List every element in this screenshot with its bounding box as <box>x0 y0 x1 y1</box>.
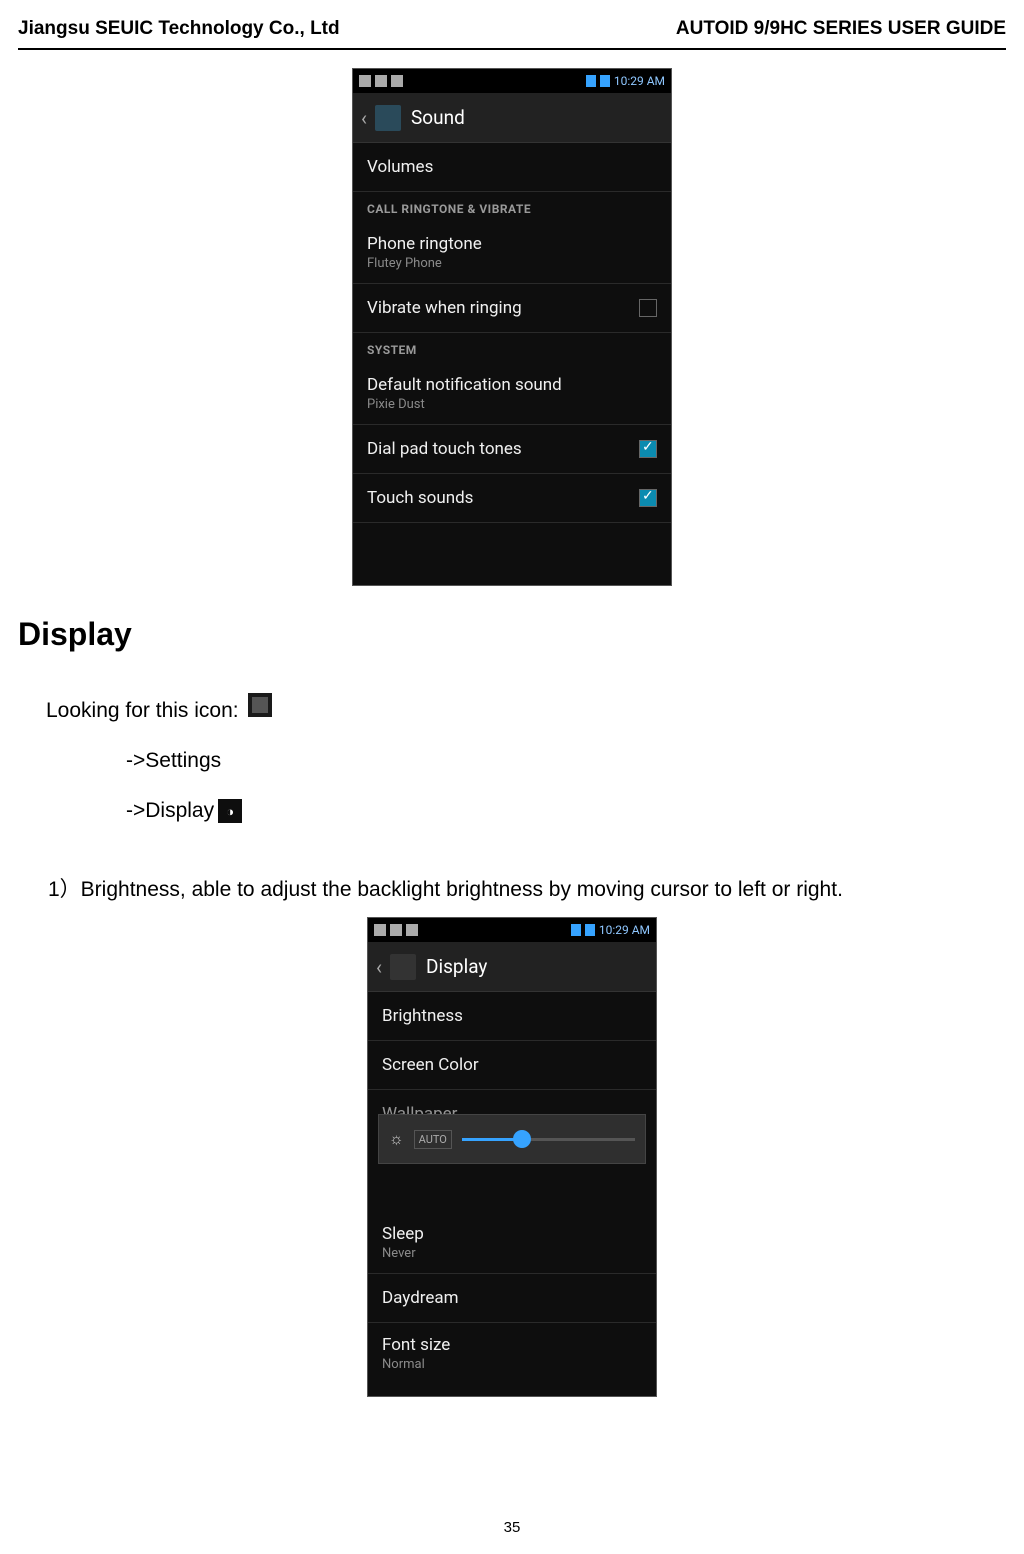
row-daydream[interactable]: Daydream <box>368 1274 656 1323</box>
volumes-label: Volumes <box>367 157 433 177</box>
brightness-label: Brightness <box>382 1006 463 1026</box>
row-touch-sounds[interactable]: Touch sounds <box>353 474 671 523</box>
row-sleep[interactable]: Sleep Never <box>368 1212 656 1274</box>
nav-settings-line: ->Settings <box>126 749 1006 773</box>
sound-icon <box>375 105 401 131</box>
touch-sounds-checkbox[interactable] <box>639 489 657 507</box>
back-icon[interactable]: ‹ <box>376 955 382 979</box>
row-default-notif[interactable]: Default notification sound Pixie Dust <box>353 363 671 425</box>
brightness-icon: ☼ <box>389 1129 404 1149</box>
row-screen-color[interactable]: Screen Color <box>368 1041 656 1090</box>
display-app-icon <box>390 954 416 980</box>
battery-icon <box>585 924 595 936</box>
default-notif-value: Pixie Dust <box>367 397 657 412</box>
row-vibrate[interactable]: Vibrate when ringing <box>353 284 671 333</box>
status-icon <box>390 924 402 936</box>
header-company: Jiangsu SEUIC Technology Co., Ltd <box>18 18 340 40</box>
row-volumes[interactable]: Volumes <box>353 143 671 192</box>
screen-color-label: Screen Color <box>382 1055 479 1075</box>
looking-for-icon: Looking for this icon: <box>46 693 1006 723</box>
back-icon[interactable]: ‹ <box>361 106 367 130</box>
status-time: 10:29 AM <box>599 923 650 937</box>
default-notif-label: Default notification sound <box>367 375 657 395</box>
section-system: SYSTEM <box>353 333 671 363</box>
screenshot-display: 10:29 AM ‹ Display Brightness Screen Col… <box>367 917 657 1397</box>
vibrate-label: Vibrate when ringing <box>367 298 522 318</box>
status-icon <box>359 75 371 87</box>
app-title: Display <box>426 955 487 978</box>
auto-brightness-toggle[interactable]: AUTO <box>414 1130 452 1149</box>
sleep-value: Never <box>382 1246 642 1261</box>
app-bar[interactable]: ‹ Display <box>368 942 656 992</box>
row-phone-ringtone[interactable]: Phone ringtone Flutey Phone <box>353 222 671 284</box>
font-size-label: Font size <box>382 1335 642 1355</box>
phone-ringtone-label: Phone ringtone <box>367 234 657 254</box>
usb-icon <box>391 75 403 87</box>
header-guide: AUTOID 9/9HC SERIES USER GUIDE <box>676 18 1006 40</box>
row-dial-pad[interactable]: Dial pad touch tones <box>353 425 671 474</box>
nav-display-line: ->Display ◑ <box>126 799 1006 823</box>
display-icon: ◑ <box>218 799 242 823</box>
status-icon <box>374 924 386 936</box>
font-size-value: Normal <box>382 1357 642 1372</box>
section-ringtone: CALL RINGTONE & VIBRATE <box>353 192 671 222</box>
section-title-display: Display <box>18 616 1006 653</box>
page-number: 35 <box>0 1519 1024 1536</box>
row-font-size[interactable]: Font size Normal <box>368 1323 656 1384</box>
signal-icon <box>586 75 596 87</box>
slider-thumb[interactable] <box>513 1130 531 1148</box>
status-bar: 10:29 AM <box>368 918 656 942</box>
dial-pad-checkbox[interactable] <box>639 440 657 458</box>
app-bar[interactable]: ‹ Sound <box>353 93 671 143</box>
step-1-text: 1）Brightness, able to adjust the backlig… <box>48 873 1006 903</box>
app-title: Sound <box>411 106 465 129</box>
status-time: 10:29 AM <box>614 74 665 88</box>
battery-icon <box>600 75 610 87</box>
brightness-slider[interactable] <box>462 1138 635 1141</box>
vibrate-checkbox[interactable] <box>639 299 657 317</box>
signal-icon <box>571 924 581 936</box>
usb-icon <box>406 924 418 936</box>
dial-pad-label: Dial pad touch tones <box>367 439 522 459</box>
status-icon <box>375 75 387 87</box>
status-bar: 10:29 AM <box>353 69 671 93</box>
row-brightness[interactable]: Brightness <box>368 992 656 1041</box>
settings-app-icon <box>248 693 272 717</box>
daydream-label: Daydream <box>382 1288 459 1308</box>
screenshot-sound: 10:29 AM ‹ Sound Volumes CALL RINGTONE &… <box>352 68 672 586</box>
touch-sounds-label: Touch sounds <box>367 488 473 508</box>
header-rule <box>18 48 1006 50</box>
brightness-slider-popup: ☼ AUTO <box>378 1114 646 1164</box>
phone-ringtone-value: Flutey Phone <box>367 256 657 271</box>
sleep-label: Sleep <box>382 1224 642 1244</box>
